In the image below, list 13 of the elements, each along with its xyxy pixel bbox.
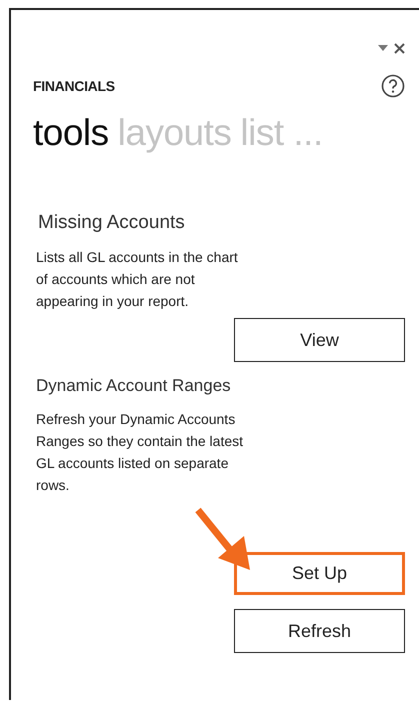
close-icon[interactable]: [394, 42, 405, 54]
action-button[interactable]: View: [234, 318, 405, 362]
help-icon[interactable]: [381, 74, 405, 98]
caret-icon[interactable]: [378, 45, 388, 51]
action-button[interactable]: Set Up: [234, 552, 405, 595]
section-description: Lists all GL accounts in the chart of accounts which are not appearing in your report.: [36, 248, 239, 311]
section-title: Dynamic Account Ranges: [36, 376, 232, 396]
tab[interactable]: tools: [33, 112, 109, 154]
section-description: Refresh your Dynamic Accounts Ranges so they contain the latest GL accounts listed on separate rows.: [36, 410, 244, 495]
pane-title: FINANCIALS: [33, 78, 115, 94]
pointer-arrow: [195, 508, 250, 570]
action-button[interactable]: Refresh: [234, 609, 405, 653]
section-title: Missing Accounts: [38, 212, 186, 234]
